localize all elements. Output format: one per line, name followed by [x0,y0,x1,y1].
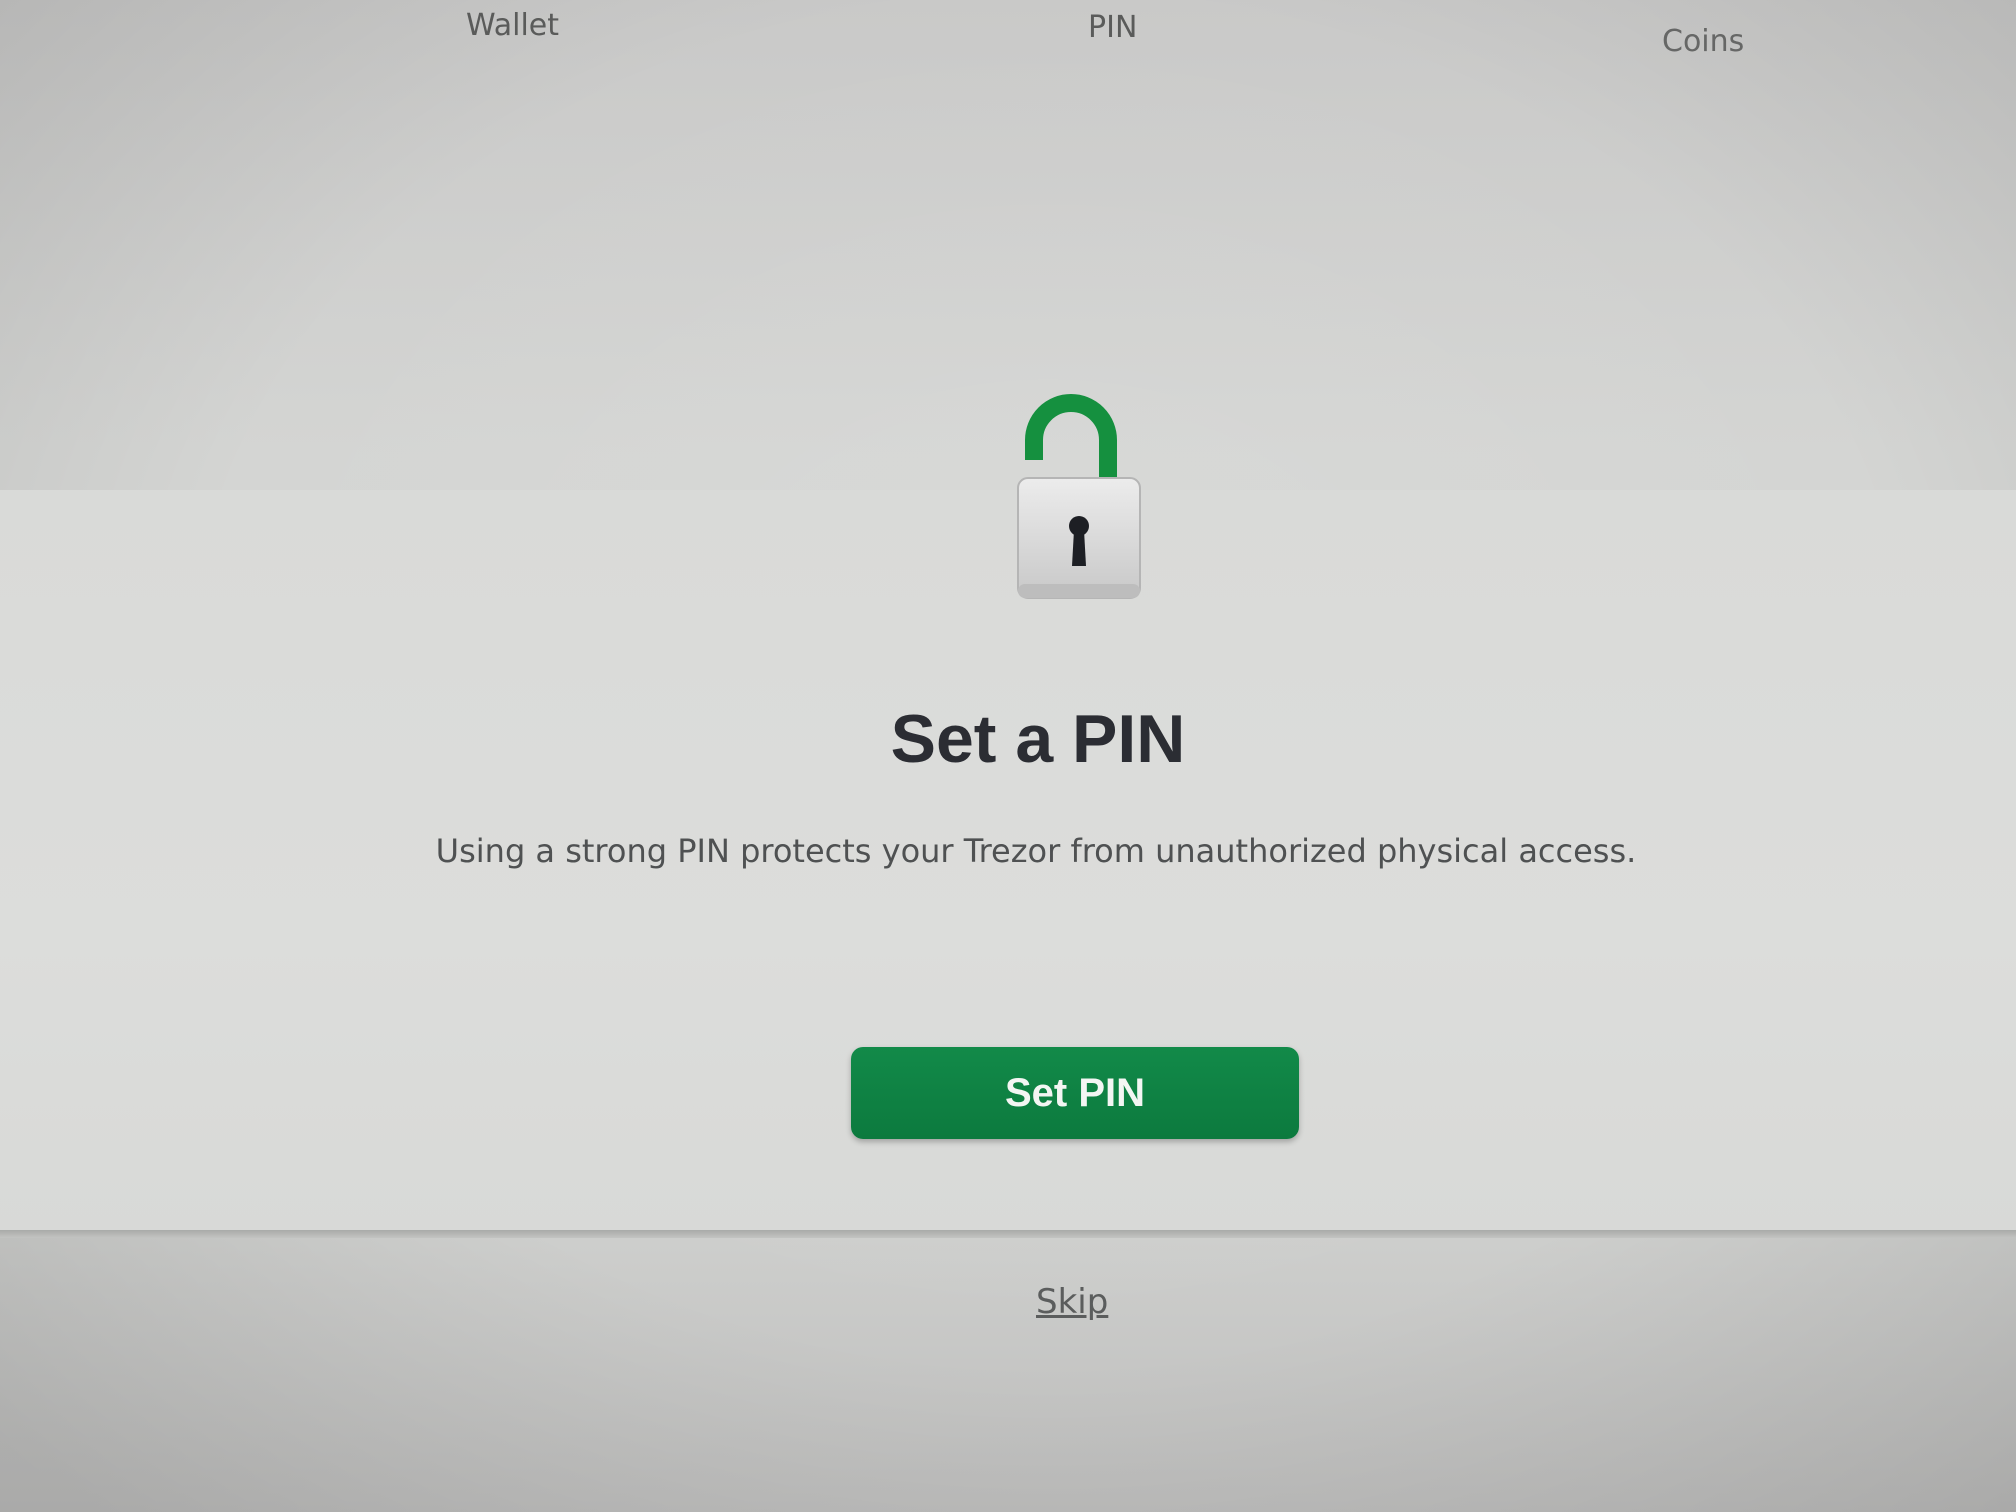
step-wallet[interactable]: Wallet [466,8,559,43]
setup-steps-header: Wallet PIN Coins [0,0,2016,60]
page-description: Using a strong PIN protects your Trezor … [435,832,1637,870]
step-coins[interactable]: Coins [1662,24,1744,59]
skip-link[interactable]: Skip [1036,1282,1108,1322]
page-title: Set a PIN [890,701,1186,777]
step-pin[interactable]: PIN [1088,10,1137,45]
card-divider [0,1230,2016,1238]
set-pin-button[interactable]: Set PIN [851,1047,1299,1139]
open-padlock-icon [1012,388,1152,608]
